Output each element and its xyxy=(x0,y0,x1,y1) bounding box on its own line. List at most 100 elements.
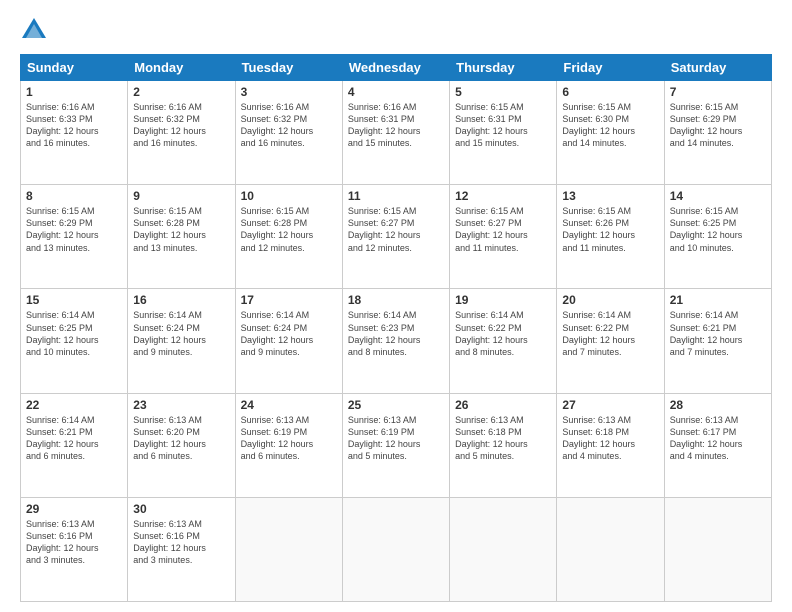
day-number: 18 xyxy=(348,293,444,307)
calendar-day-cell: 30 Sunrise: 6:13 AM Sunset: 6:16 PM Dayl… xyxy=(128,497,235,601)
day-info: Sunrise: 6:13 AM Sunset: 6:19 PM Dayligh… xyxy=(348,414,444,463)
day-number: 4 xyxy=(348,85,444,99)
day-info: Sunrise: 6:16 AM Sunset: 6:31 PM Dayligh… xyxy=(348,101,444,150)
day-number: 1 xyxy=(26,85,122,99)
calendar-day-cell: 14 Sunrise: 6:15 AM Sunset: 6:25 PM Dayl… xyxy=(664,185,771,289)
logo-icon xyxy=(20,16,48,44)
calendar-header-row: SundayMondayTuesdayWednesdayThursdayFrid… xyxy=(21,55,772,81)
day-info: Sunrise: 6:15 AM Sunset: 6:29 PM Dayligh… xyxy=(26,205,122,254)
calendar-day-cell: 24 Sunrise: 6:13 AM Sunset: 6:19 PM Dayl… xyxy=(235,393,342,497)
day-number: 22 xyxy=(26,398,122,412)
day-number: 17 xyxy=(241,293,337,307)
calendar-day-cell: 23 Sunrise: 6:13 AM Sunset: 6:20 PM Dayl… xyxy=(128,393,235,497)
weekday-header: Saturday xyxy=(664,55,771,81)
weekday-header: Wednesday xyxy=(342,55,449,81)
day-info: Sunrise: 6:14 AM Sunset: 6:24 PM Dayligh… xyxy=(133,309,229,358)
calendar-day-cell xyxy=(235,497,342,601)
day-number: 5 xyxy=(455,85,551,99)
calendar-day-cell xyxy=(342,497,449,601)
day-number: 3 xyxy=(241,85,337,99)
calendar-day-cell: 6 Sunrise: 6:15 AM Sunset: 6:30 PM Dayli… xyxy=(557,81,664,185)
calendar-week-row: 8 Sunrise: 6:15 AM Sunset: 6:29 PM Dayli… xyxy=(21,185,772,289)
weekday-header: Thursday xyxy=(450,55,557,81)
day-number: 24 xyxy=(241,398,337,412)
calendar-day-cell: 21 Sunrise: 6:14 AM Sunset: 6:21 PM Dayl… xyxy=(664,289,771,393)
calendar-day-cell: 3 Sunrise: 6:16 AM Sunset: 6:32 PM Dayli… xyxy=(235,81,342,185)
logo xyxy=(20,16,52,44)
day-info: Sunrise: 6:16 AM Sunset: 6:32 PM Dayligh… xyxy=(133,101,229,150)
calendar-day-cell: 16 Sunrise: 6:14 AM Sunset: 6:24 PM Dayl… xyxy=(128,289,235,393)
day-number: 14 xyxy=(670,189,766,203)
calendar-day-cell: 22 Sunrise: 6:14 AM Sunset: 6:21 PM Dayl… xyxy=(21,393,128,497)
day-number: 8 xyxy=(26,189,122,203)
calendar-day-cell: 8 Sunrise: 6:15 AM Sunset: 6:29 PM Dayli… xyxy=(21,185,128,289)
day-number: 28 xyxy=(670,398,766,412)
calendar-day-cell: 17 Sunrise: 6:14 AM Sunset: 6:24 PM Dayl… xyxy=(235,289,342,393)
day-number: 13 xyxy=(562,189,658,203)
calendar-day-cell: 9 Sunrise: 6:15 AM Sunset: 6:28 PM Dayli… xyxy=(128,185,235,289)
header xyxy=(20,16,772,44)
calendar-day-cell: 29 Sunrise: 6:13 AM Sunset: 6:16 PM Dayl… xyxy=(21,497,128,601)
day-number: 16 xyxy=(133,293,229,307)
calendar-day-cell: 18 Sunrise: 6:14 AM Sunset: 6:23 PM Dayl… xyxy=(342,289,449,393)
weekday-header: Sunday xyxy=(21,55,128,81)
calendar-day-cell: 11 Sunrise: 6:15 AM Sunset: 6:27 PM Dayl… xyxy=(342,185,449,289)
calendar-day-cell: 5 Sunrise: 6:15 AM Sunset: 6:31 PM Dayli… xyxy=(450,81,557,185)
calendar-day-cell: 20 Sunrise: 6:14 AM Sunset: 6:22 PM Dayl… xyxy=(557,289,664,393)
calendar-day-cell: 27 Sunrise: 6:13 AM Sunset: 6:18 PM Dayl… xyxy=(557,393,664,497)
weekday-header: Tuesday xyxy=(235,55,342,81)
calendar-week-row: 15 Sunrise: 6:14 AM Sunset: 6:25 PM Dayl… xyxy=(21,289,772,393)
calendar-day-cell: 7 Sunrise: 6:15 AM Sunset: 6:29 PM Dayli… xyxy=(664,81,771,185)
calendar-day-cell xyxy=(664,497,771,601)
page: SundayMondayTuesdayWednesdayThursdayFrid… xyxy=(0,0,792,612)
day-info: Sunrise: 6:15 AM Sunset: 6:25 PM Dayligh… xyxy=(670,205,766,254)
day-number: 21 xyxy=(670,293,766,307)
calendar-day-cell xyxy=(557,497,664,601)
calendar-week-row: 22 Sunrise: 6:14 AM Sunset: 6:21 PM Dayl… xyxy=(21,393,772,497)
weekday-header: Friday xyxy=(557,55,664,81)
day-number: 11 xyxy=(348,189,444,203)
day-info: Sunrise: 6:16 AM Sunset: 6:33 PM Dayligh… xyxy=(26,101,122,150)
calendar-day-cell: 4 Sunrise: 6:16 AM Sunset: 6:31 PM Dayli… xyxy=(342,81,449,185)
day-number: 2 xyxy=(133,85,229,99)
calendar-day-cell: 15 Sunrise: 6:14 AM Sunset: 6:25 PM Dayl… xyxy=(21,289,128,393)
day-info: Sunrise: 6:14 AM Sunset: 6:24 PM Dayligh… xyxy=(241,309,337,358)
calendar-day-cell: 12 Sunrise: 6:15 AM Sunset: 6:27 PM Dayl… xyxy=(450,185,557,289)
day-number: 30 xyxy=(133,502,229,516)
day-info: Sunrise: 6:15 AM Sunset: 6:29 PM Dayligh… xyxy=(670,101,766,150)
calendar-week-row: 1 Sunrise: 6:16 AM Sunset: 6:33 PM Dayli… xyxy=(21,81,772,185)
day-number: 12 xyxy=(455,189,551,203)
day-info: Sunrise: 6:14 AM Sunset: 6:21 PM Dayligh… xyxy=(26,414,122,463)
day-number: 19 xyxy=(455,293,551,307)
day-number: 23 xyxy=(133,398,229,412)
day-number: 26 xyxy=(455,398,551,412)
day-number: 15 xyxy=(26,293,122,307)
day-info: Sunrise: 6:15 AM Sunset: 6:26 PM Dayligh… xyxy=(562,205,658,254)
day-number: 20 xyxy=(562,293,658,307)
day-info: Sunrise: 6:14 AM Sunset: 6:22 PM Dayligh… xyxy=(455,309,551,358)
day-info: Sunrise: 6:13 AM Sunset: 6:17 PM Dayligh… xyxy=(670,414,766,463)
day-info: Sunrise: 6:14 AM Sunset: 6:21 PM Dayligh… xyxy=(670,309,766,358)
calendar-day-cell: 13 Sunrise: 6:15 AM Sunset: 6:26 PM Dayl… xyxy=(557,185,664,289)
day-info: Sunrise: 6:15 AM Sunset: 6:27 PM Dayligh… xyxy=(455,205,551,254)
calendar-day-cell: 28 Sunrise: 6:13 AM Sunset: 6:17 PM Dayl… xyxy=(664,393,771,497)
day-number: 9 xyxy=(133,189,229,203)
weekday-header: Monday xyxy=(128,55,235,81)
day-number: 25 xyxy=(348,398,444,412)
day-info: Sunrise: 6:15 AM Sunset: 6:30 PM Dayligh… xyxy=(562,101,658,150)
day-info: Sunrise: 6:14 AM Sunset: 6:25 PM Dayligh… xyxy=(26,309,122,358)
calendar-day-cell: 25 Sunrise: 6:13 AM Sunset: 6:19 PM Dayl… xyxy=(342,393,449,497)
day-info: Sunrise: 6:13 AM Sunset: 6:19 PM Dayligh… xyxy=(241,414,337,463)
day-info: Sunrise: 6:14 AM Sunset: 6:23 PM Dayligh… xyxy=(348,309,444,358)
calendar-day-cell: 1 Sunrise: 6:16 AM Sunset: 6:33 PM Dayli… xyxy=(21,81,128,185)
day-info: Sunrise: 6:13 AM Sunset: 6:20 PM Dayligh… xyxy=(133,414,229,463)
day-info: Sunrise: 6:16 AM Sunset: 6:32 PM Dayligh… xyxy=(241,101,337,150)
day-info: Sunrise: 6:15 AM Sunset: 6:28 PM Dayligh… xyxy=(133,205,229,254)
day-info: Sunrise: 6:15 AM Sunset: 6:28 PM Dayligh… xyxy=(241,205,337,254)
day-number: 10 xyxy=(241,189,337,203)
day-number: 27 xyxy=(562,398,658,412)
day-number: 29 xyxy=(26,502,122,516)
day-info: Sunrise: 6:15 AM Sunset: 6:31 PM Dayligh… xyxy=(455,101,551,150)
day-number: 6 xyxy=(562,85,658,99)
day-info: Sunrise: 6:13 AM Sunset: 6:18 PM Dayligh… xyxy=(562,414,658,463)
